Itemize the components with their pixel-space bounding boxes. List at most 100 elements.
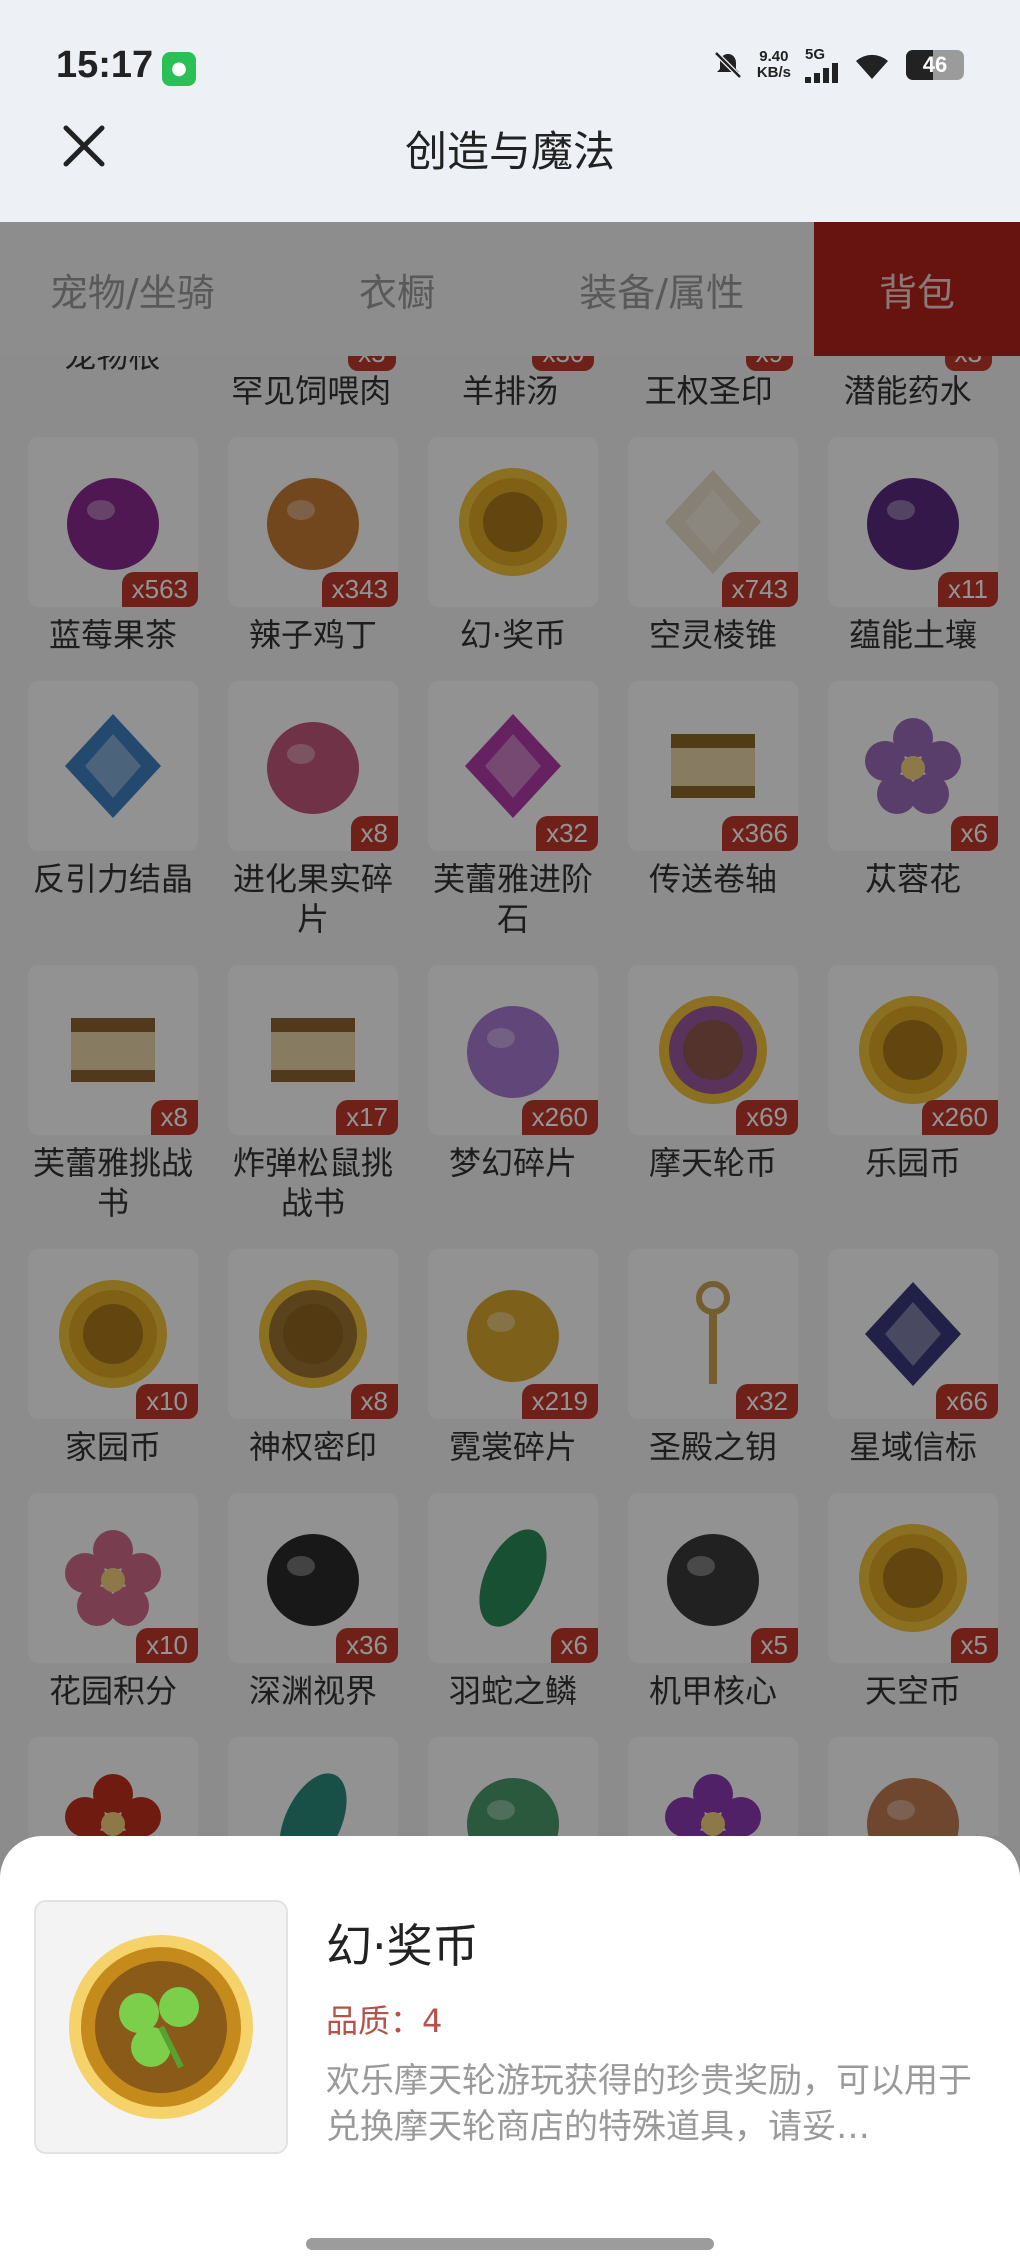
item-icon-box: x5 <box>828 1493 998 1663</box>
grid-item[interactable]: x8 芙蕾雅挑战书 <box>28 965 198 1223</box>
pyramid-icon <box>665 470 761 574</box>
tab-wardrobe[interactable]: 衣橱 <box>265 222 530 356</box>
item-name: 梦幻碎片 <box>448 1144 577 1182</box>
wanted-scroll-icon <box>271 1018 355 1082</box>
item-grid-scroll[interactable]: 宠物根 x5罕见饲喂肉 x30羊排汤 x9王权圣印 x3潜能药水 x563蓝莓果茶x34… <box>0 356 1020 1836</box>
item-count-badge: x66 <box>936 1384 998 1419</box>
grid-item[interactable]: x260 梦幻碎片 <box>428 965 598 1223</box>
grid-item-partial[interactable]: 宠物根 <box>28 356 197 411</box>
grid-item[interactable]: x343 辣子鸡丁 <box>228 437 398 655</box>
leaf-icon <box>279 1773 347 1836</box>
grid-item[interactable]: x15 <box>228 1737 398 1836</box>
grid-item[interactable]: x443 <box>828 1737 998 1836</box>
item-detail-sheet: 幻·奖币 品质：4 欢乐摩天轮游玩获得的珍贵奖励，可以用于兑换摩天轮商店的特殊道… <box>0 1836 1020 2267</box>
item-count-badge: x5 <box>750 1628 798 1663</box>
grid-item[interactable]: x32 圣殿之钥 <box>628 1249 798 1467</box>
grid-item-partial[interactable]: x30羊排汤 <box>426 356 595 411</box>
detail-item-icon <box>34 1900 288 2154</box>
item-count-badge: x366 <box>721 816 798 851</box>
puzzle-icon <box>467 1006 559 1098</box>
item-count-badge: x5 <box>950 1628 998 1663</box>
item-icon-box: x7 <box>628 1737 798 1836</box>
grid-item[interactable]: x563 蓝莓果茶 <box>28 437 198 655</box>
grid-item[interactable]: x2 <box>428 1737 598 1836</box>
item-name: 进化果实碎片 <box>232 860 393 938</box>
grid-item[interactable]: x6 羽蛇之鳞 <box>428 1493 598 1711</box>
grid-item[interactable]: x10 花园积分 <box>28 1493 198 1711</box>
tab-backpack[interactable]: 背包 <box>814 222 1020 356</box>
seal-coin-icon <box>259 1280 367 1388</box>
item-count-badge: x10 <box>136 1384 198 1419</box>
grid-item-partial[interactable]: x3潜能药水 <box>823 356 992 411</box>
mech-core-icon <box>667 1534 759 1626</box>
detail-item-quality: 品质：4 <box>326 2002 443 2040</box>
item-icon-box: x10 <box>28 1493 198 1663</box>
signal-icon <box>805 63 838 83</box>
detail-item-name: 幻·奖币 <box>326 1919 479 1973</box>
item-icon-box: x563 <box>28 437 198 607</box>
grid-item[interactable]: x10 家园币 <box>28 1249 198 1467</box>
item-icon-box: x260 <box>428 965 598 1135</box>
grid-item[interactable]: 幻·奖币 <box>428 437 598 655</box>
status-icons: 9.40 KB/s 5G 46 <box>713 46 964 83</box>
item-icon-box: x8 <box>228 681 398 851</box>
item-icon-box: x2 <box>428 1737 598 1836</box>
grid-item[interactable]: x66 星域信标 <box>828 1249 998 1467</box>
item-count-badge: x9 <box>745 356 794 371</box>
grid-item[interactable]: x366 传送卷轴 <box>628 681 798 939</box>
grid-item-partial[interactable]: x9王权圣印 <box>624 356 794 411</box>
item-icon-box: x11 <box>28 1737 198 1836</box>
item-count-badge: x17 <box>336 1100 398 1135</box>
item-icon-box <box>428 437 598 607</box>
item-icon-box: x366 <box>628 681 798 851</box>
item-icon-box: x36 <box>228 1493 398 1663</box>
grid-item[interactable]: x11 <box>28 1737 198 1836</box>
item-name: 空灵棱锥 <box>648 616 777 654</box>
item-icon-box: x8 <box>228 1249 398 1419</box>
grid-item[interactable]: x69 摩天轮币 <box>628 965 798 1223</box>
dish-icon <box>267 478 359 570</box>
page-title: 创造与魔法 <box>404 127 615 176</box>
item-grid: 宠物根 x5罕见饲喂肉 x30羊排汤 x9王权圣印 x3潜能药水 x563蓝莓果茶x34… <box>0 356 1020 1836</box>
grid-item[interactable]: x8 神权密印 <box>228 1249 398 1467</box>
scroll-icon <box>671 734 755 798</box>
tab-pets-mounts[interactable]: 宠物/坐骑 <box>0 222 265 356</box>
network-speed: 9.40 KB/s <box>756 47 791 81</box>
item-icon-box: x6 <box>428 1493 598 1663</box>
item-name: 深渊视界 <box>248 1672 377 1710</box>
grid-item[interactable]: x5 机甲核心 <box>628 1493 798 1711</box>
item-name: 苁蓉花 <box>864 860 961 898</box>
grid-item-partial[interactable]: x5罕见饲喂肉 <box>227 356 396 411</box>
item-name: 辣子鸡丁 <box>248 616 377 654</box>
item-row: x10 家园币 x8 神权密印 x219 霓裳碎片 x32 圣殿之钥 x66 星域信标 <box>0 1249 1020 1467</box>
grid-item[interactable]: x8 进化果实碎片 <box>228 681 398 939</box>
item-icon-box: x6 <box>828 681 998 851</box>
grid-item[interactable]: x17 炸弹松鼠挑战书 <box>228 965 398 1223</box>
home-indicator[interactable] <box>306 2238 714 2250</box>
grid-item[interactable]: x7 <box>628 1737 798 1836</box>
grid-item[interactable]: x743 空灵棱锥 <box>628 437 798 655</box>
item-count-badge: x260 <box>921 1100 998 1135</box>
item-name: 天空币 <box>864 1672 961 1710</box>
item-count-badge: x69 <box>736 1100 798 1135</box>
abyss-eye-icon <box>267 1534 359 1626</box>
grid-item[interactable]: x219 霓裳碎片 <box>428 1249 598 1467</box>
tab-equipment[interactable]: 装备/属性 <box>529 222 794 356</box>
item-count-badge: x3 <box>944 356 992 371</box>
scale-icon <box>479 1529 547 1627</box>
grid-item[interactable]: x6 苁蓉花 <box>828 681 998 939</box>
grid-item[interactable]: 反引力结晶 <box>28 681 198 939</box>
status-time: 15:17 <box>56 44 154 86</box>
item-count-badge: x36 <box>336 1628 398 1663</box>
mute-icon <box>714 50 742 79</box>
grid-item[interactable]: x36 深渊视界 <box>228 1493 398 1711</box>
grid-item[interactable]: x32 芙蕾雅进阶石 <box>428 681 598 939</box>
detail-item-description: 欢乐摩天轮游玩获得的珍贵奖励，可以用于兑换摩天轮商店的特殊道具，请妥… <box>326 2061 972 2147</box>
gem-icon <box>465 714 561 818</box>
fruit-slice-icon <box>267 722 359 814</box>
grid-item[interactable]: x11 蕴能土壤 <box>828 437 998 655</box>
grid-item[interactable]: x260 乐园币 <box>828 965 998 1223</box>
item-icon-box: x443 <box>828 1737 998 1836</box>
item-icon-box: x15 <box>228 1737 398 1836</box>
grid-item[interactable]: x5 天空币 <box>828 1493 998 1711</box>
